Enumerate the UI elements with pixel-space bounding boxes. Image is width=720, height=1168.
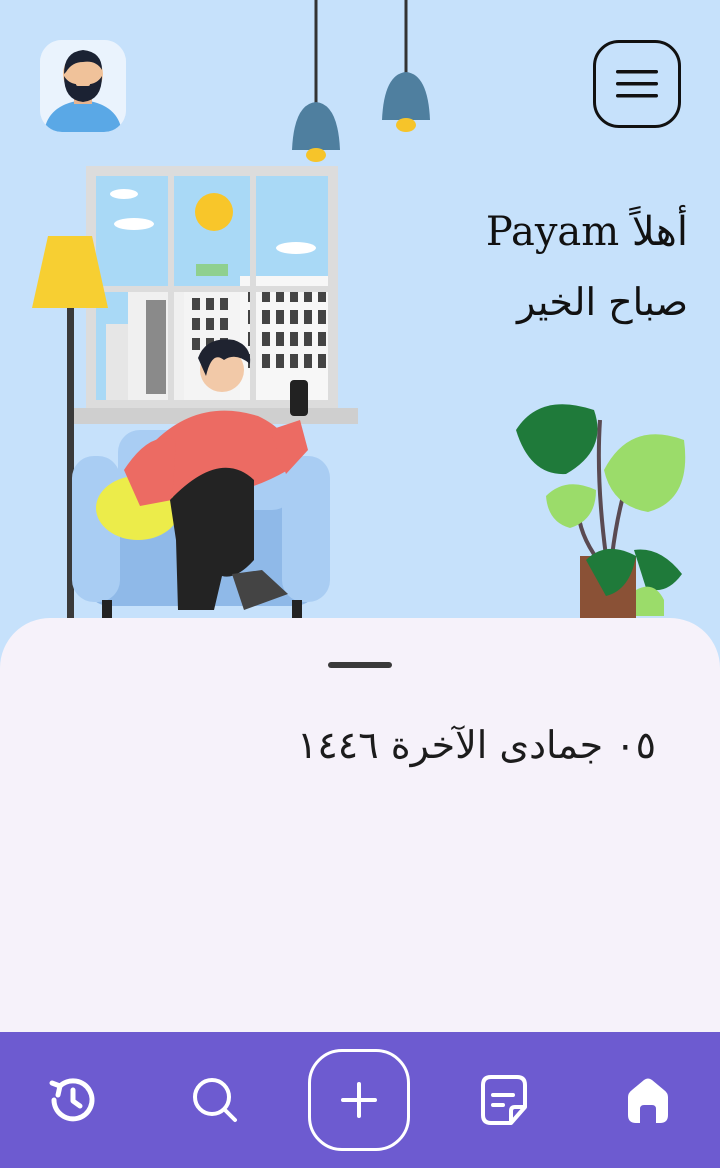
hijri-date: ٠٥ جمادى الآخرة ١٤٤٦ (296, 723, 656, 767)
avatar-icon (40, 40, 126, 132)
menu-button[interactable] (593, 40, 681, 128)
nav-home-button[interactable] (618, 1070, 678, 1130)
plus-icon (341, 1082, 377, 1118)
nav-add-button[interactable] (308, 1049, 410, 1151)
greeting: أهلاً Payam صباح الخير (486, 206, 688, 328)
bottom-sheet: ٠٥ جمادى الآخرة ١٤٤٦ (0, 618, 720, 1032)
home-icon (628, 1078, 668, 1123)
sheet-drag-handle[interactable] (328, 662, 392, 668)
nav-document-button[interactable] (474, 1070, 534, 1130)
avatar[interactable] (40, 40, 126, 132)
hero-illustration: أهلاً Payam صباح الخير (0, 0, 720, 640)
search-icon (193, 1078, 237, 1122)
bottom-navigation (0, 1032, 720, 1168)
hamburger-menu-icon (616, 70, 658, 98)
nav-history-button[interactable] (43, 1070, 103, 1130)
nav-search-button[interactable] (185, 1070, 245, 1130)
history-icon (49, 1078, 95, 1122)
document-icon (481, 1075, 527, 1125)
greeting-morning: صباح الخير (516, 280, 688, 324)
greeting-hello: أهلاً Payam (485, 209, 688, 255)
